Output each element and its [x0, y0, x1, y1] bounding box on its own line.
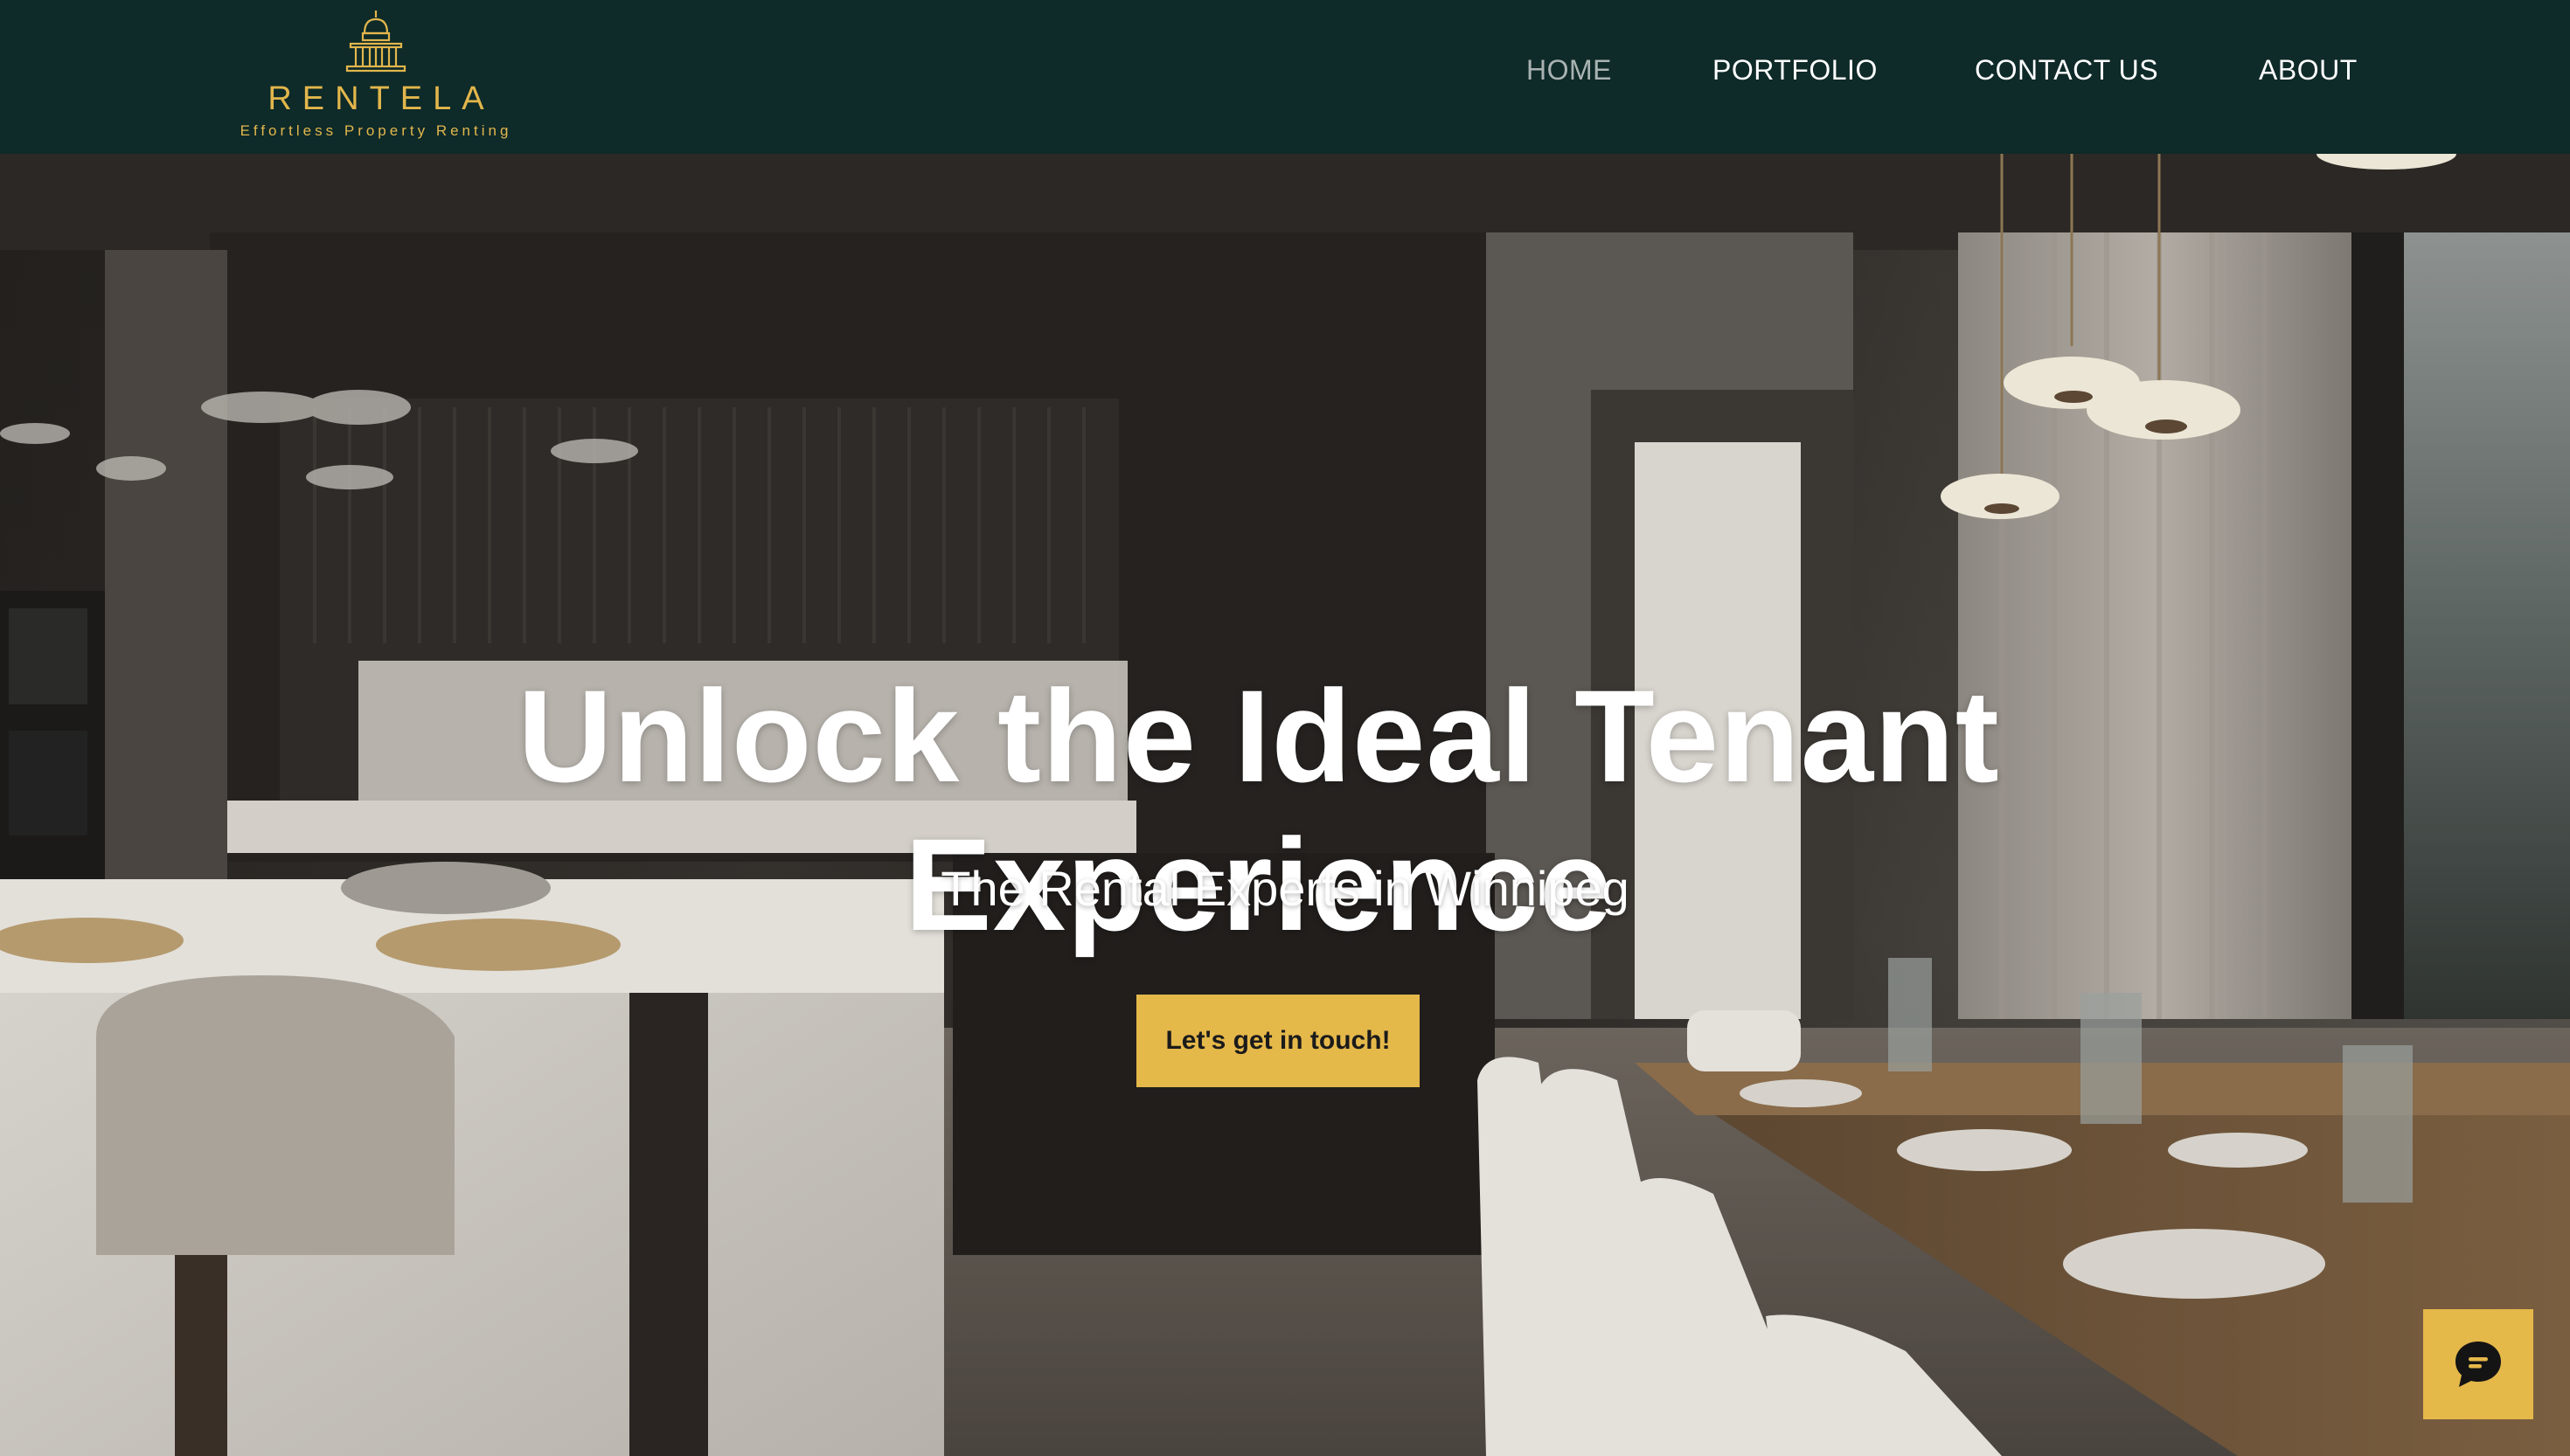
- get-in-touch-button[interactable]: Let's get in touch!: [1136, 995, 1420, 1087]
- site-header: RENTELA Effortless Property Renting HOME…: [0, 0, 2570, 154]
- brand-logo[interactable]: RENTELA Effortless Property Renting: [219, 7, 533, 147]
- nav-home[interactable]: HOME: [1526, 54, 1612, 87]
- nav-portfolio[interactable]: PORTFOLIO: [1712, 54, 1878, 87]
- hero-title-line1: Unlock the Ideal Tenant: [517, 662, 2000, 809]
- hero-subtitle: The Rental Experts in Winnipeg: [941, 861, 1629, 916]
- chat-bubble-icon: [2455, 1342, 2501, 1387]
- nav-contact-us[interactable]: CONTACT US: [1975, 54, 2158, 87]
- brand-name: RENTELA: [267, 80, 495, 117]
- capitol-building-icon: [345, 10, 406, 73]
- chat-widget-button[interactable]: [2423, 1309, 2533, 1419]
- hero-section: Unlock the Ideal Tenant Experience The R…: [0, 154, 2570, 1456]
- nav-about[interactable]: ABOUT: [2259, 54, 2358, 87]
- brand-tagline: Effortless Property Renting: [240, 122, 512, 139]
